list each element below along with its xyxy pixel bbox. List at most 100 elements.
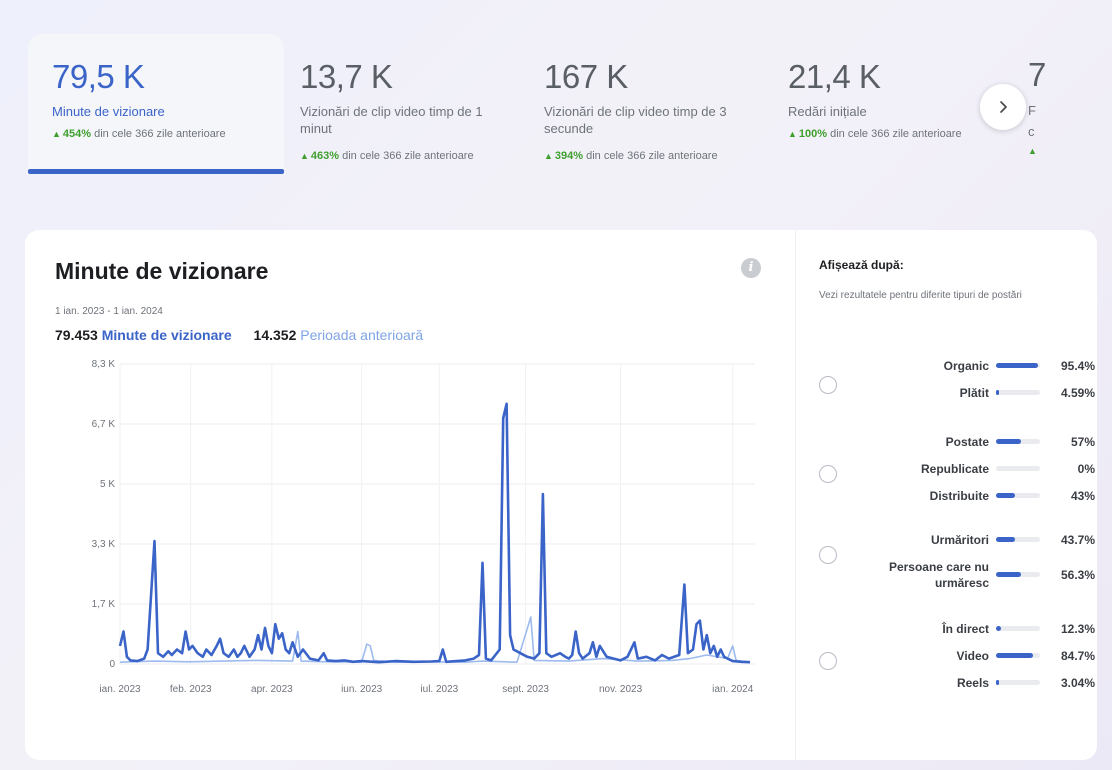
- filter-radio-4[interactable]: [819, 652, 837, 670]
- filter-row: Reels 3.04%: [845, 673, 1095, 693]
- filter-percent: 0%: [1077, 462, 1095, 476]
- metrics-carousel: 79,5 K Minute de vizionare ▲ 454% din cel…: [28, 34, 1112, 174]
- filter-bar: [996, 493, 1040, 498]
- filter-row: Organic 95.4%: [845, 356, 1095, 376]
- metric-label: Redări inițiale: [788, 104, 867, 119]
- x-tick-label: feb. 2023: [170, 684, 212, 695]
- filter-label: Reels: [956, 676, 989, 690]
- metric-value: 13,7 K: [300, 58, 393, 95]
- card-divider: [795, 230, 796, 760]
- metric-1min-views[interactable]: 13,7 K Vizionări de clip video timp de 1…: [276, 34, 516, 174]
- filter-bar-fill: [996, 390, 999, 395]
- metric-change: ▲ 394% din cele 366 zile anterioare: [544, 150, 718, 162]
- active-tab-indicator: [28, 169, 284, 174]
- watch-minutes-chart: 0 1,7 K 3,3 K 5 K 6,7 K 8,3 K ian. 2023 feb. 20…: [92, 359, 755, 695]
- filter-bar: [996, 537, 1040, 542]
- series-current-line: [118, 402, 751, 664]
- filter-label: Video: [956, 649, 989, 663]
- x-tick-label: ian. 2024: [712, 684, 754, 695]
- filter-row: Postate 57%: [845, 432, 1095, 452]
- filter-bar-fill: [996, 439, 1022, 444]
- x-tick-label: nov. 2023: [599, 684, 643, 695]
- filter-percent: 84.7%: [1060, 649, 1095, 663]
- filter-label: Plătit: [959, 386, 989, 400]
- metric-3sec-views[interactable]: 167 K Vizionări de clip video timp de 3 …: [520, 34, 760, 174]
- metric-value: 79,5 K: [52, 58, 145, 95]
- filter-percent: 43%: [1070, 489, 1095, 503]
- filter-radio-1[interactable]: [819, 375, 837, 394]
- filter-label: Distribuite: [929, 489, 989, 503]
- triangle-up-icon: ▲: [52, 129, 61, 139]
- chevron-right-icon: [1000, 101, 1007, 113]
- filter-subtitle: Vezi rezultatele pentru diferite tipuri …: [819, 290, 1022, 301]
- filter-label: Postate: [945, 435, 989, 449]
- filter-bar-fill: [996, 493, 1015, 498]
- filter-bar: [996, 363, 1040, 368]
- filter-label: Republicate: [920, 462, 989, 476]
- filter-row: Republicate 0%: [845, 459, 1095, 479]
- triangle-up-icon: ▲: [788, 129, 797, 139]
- filter-title: Afișează după:: [819, 258, 904, 272]
- filter-label: Urmăritori: [930, 533, 989, 547]
- filter-bar-fill: [996, 363, 1038, 368]
- filter-bar-fill: [996, 626, 1002, 631]
- filter-bar: [996, 439, 1040, 444]
- filter-label: Organic: [943, 359, 989, 373]
- filter-percent: 4.59%: [1060, 386, 1095, 400]
- triangle-up-icon: ▲: [544, 151, 553, 161]
- partial-triangle-up-icon: ▲: [1028, 146, 1037, 156]
- filter-row: Plătit 4.59%: [845, 383, 1095, 403]
- partial-metric-label: F: [1028, 103, 1036, 118]
- watch-minutes-card: Minute de vizionare i 1 ian. 2023 - 1 ia…: [25, 230, 1097, 760]
- filter-radio-2[interactable]: [819, 465, 837, 483]
- y-tick-label: 0: [109, 659, 115, 670]
- filter-bar: [996, 572, 1040, 577]
- filter-bar-fill: [996, 653, 1034, 658]
- filter-bar-fill: [996, 680, 999, 685]
- filter-row: Distribuite 43%: [845, 486, 1095, 506]
- filter-bar: [996, 626, 1040, 631]
- x-tick-label: iul. 2023: [420, 684, 458, 695]
- filter-label: Persoane care nu urmăresc: [888, 560, 989, 590]
- y-tick-label: 6,7 K: [92, 419, 116, 430]
- y-tick-label: 3,3 K: [92, 539, 116, 550]
- y-tick-label: 8,3 K: [92, 359, 116, 370]
- filter-bar: [996, 466, 1040, 471]
- metric-label: Minute de vizionare: [52, 104, 165, 119]
- metric-change: ▲ 100% din cele 366 zile anterioare: [788, 128, 962, 140]
- metric-initial-plays[interactable]: 21,4 K Redări inițiale ▲ 100% din cele 36…: [764, 34, 1004, 174]
- metric-label: Vizionări de clip video timp de 3 secund…: [544, 104, 727, 136]
- x-tick-label: apr. 2023: [251, 684, 293, 695]
- y-tick-label: 1,7 K: [92, 599, 116, 610]
- y-tick-label: 5 K: [100, 479, 115, 490]
- metric-watch-minutes[interactable]: 79,5 K Minute de vizionare ▲ 454% din cel…: [28, 34, 284, 174]
- triangle-up-icon: ▲: [300, 151, 309, 161]
- filter-percent: 56.3%: [1060, 568, 1095, 582]
- series-previous-line: [119, 616, 751, 663]
- filter-bar: [996, 680, 1040, 685]
- filter-bar: [996, 653, 1040, 658]
- filter-row: Persoane care nu urmăresc 56.3%: [845, 560, 1095, 590]
- filter-radio-3[interactable]: [819, 545, 837, 564]
- filter-percent: 95.4%: [1060, 359, 1095, 373]
- metric-label: Vizionări de clip video timp de 1 minut: [300, 104, 483, 136]
- filter-percent: 3.04%: [1060, 676, 1095, 690]
- filter-bar-fill: [996, 572, 1021, 577]
- filter-percent: 12.3%: [1060, 622, 1095, 636]
- filter-row: Urmăritori 43.7%: [845, 530, 1095, 550]
- x-tick-label: iun. 2023: [341, 684, 383, 695]
- partial-metric-value: 7: [1028, 56, 1047, 93]
- filter-bar-fill: [996, 537, 1016, 542]
- metric-value: 21,4 K: [788, 58, 881, 95]
- x-tick-label: sept. 2023: [502, 684, 549, 695]
- partial-metric-label: c: [1028, 124, 1035, 139]
- metric-value: 167 K: [544, 58, 628, 95]
- filter-row: În direct 12.3%: [845, 619, 1095, 639]
- filter-percent: 57%: [1070, 435, 1095, 449]
- metric-change: ▲ 463% din cele 366 zile anterioare: [300, 150, 474, 162]
- filter-percent: 43.7%: [1060, 533, 1095, 547]
- metric-change: ▲ 454% din cele 366 zile anterioare: [52, 128, 226, 140]
- filter-bar: [996, 390, 1040, 395]
- x-tick-label: ian. 2023: [99, 684, 141, 695]
- next-metrics-button[interactable]: [980, 84, 1026, 130]
